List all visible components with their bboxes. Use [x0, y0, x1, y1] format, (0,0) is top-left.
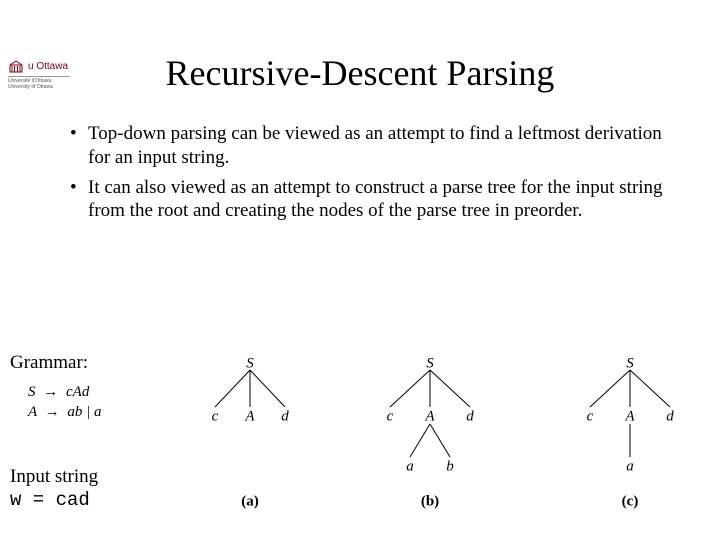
grammar-rules: S → cAd A → ab | a — [28, 382, 102, 423]
nonterminal: S — [28, 384, 36, 400]
nonterminal: A — [28, 404, 37, 420]
logo-subtext-2: University of Ottawa — [8, 85, 70, 91]
tree-caption: (b) — [421, 493, 439, 509]
tree-node: S — [626, 355, 634, 371]
tree-node: c — [212, 408, 219, 424]
bullet-item: Top-down parsing can be viewed as an att… — [70, 122, 670, 170]
tree-node: d — [666, 408, 674, 424]
input-string-label: Input string — [10, 466, 98, 489]
slide-title: Recursive-Descent Parsing — [0, 52, 720, 94]
grammar-rule-1: S → cAd — [28, 382, 102, 402]
tree-node: c — [587, 408, 594, 424]
rhs: ab | a — [67, 404, 101, 420]
tree-node: a — [406, 458, 414, 474]
building-icon — [8, 58, 24, 74]
tree-node: A — [244, 408, 255, 424]
input-string-value: w = cad — [10, 489, 98, 512]
rhs: cAd — [66, 384, 89, 400]
parse-tree-a: S c A d (a) — [190, 352, 310, 512]
grammar-rule-2: A → ab | a — [28, 402, 102, 422]
parse-trees-figure: S c A d (a) S c A d a b (b) S c A d a (c… — [190, 352, 710, 522]
tree-caption: (c) — [622, 493, 639, 509]
bullet-item: It can also viewed as an attempt to cons… — [70, 176, 670, 224]
tree-node: S — [246, 355, 254, 371]
tree-node: d — [281, 408, 289, 424]
tree-node: A — [624, 408, 635, 424]
tree-node: b — [446, 458, 454, 474]
arrow-icon: → — [41, 404, 64, 420]
tree-node: c — [387, 408, 394, 424]
arrow-icon: → — [39, 384, 62, 400]
bullet-list: Top-down parsing can be viewed as an att… — [70, 122, 670, 223]
input-string-block: Input string w = cad — [10, 466, 98, 512]
tree-node: d — [466, 408, 474, 424]
tree-node: a — [626, 458, 634, 474]
tree-node: S — [426, 355, 434, 371]
grammar-label: Grammar: — [10, 352, 88, 374]
university-logo: u Ottawa Université d'Ottawa University … — [8, 58, 70, 90]
logo-text: u Ottawa — [28, 61, 68, 72]
tree-node: A — [424, 408, 435, 424]
parse-tree-c: S c A d a (c) — [560, 352, 700, 512]
parse-tree-b: S c A d a b (b) — [360, 352, 500, 512]
logo-divider — [8, 76, 70, 77]
tree-caption: (a) — [241, 493, 259, 509]
